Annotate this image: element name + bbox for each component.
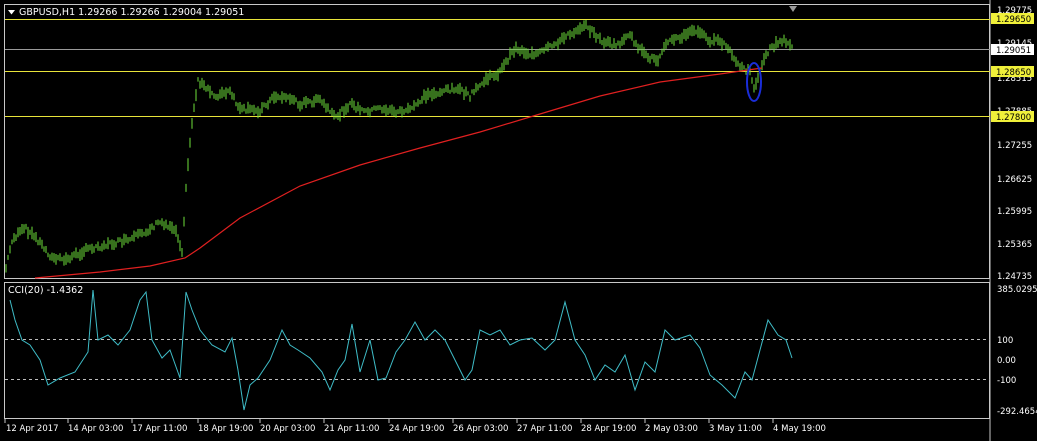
cci-axis: 385.0295 100 0.00 -100 -292.4654	[997, 285, 1037, 417]
time-tick-label: 21 Apr 11:00	[324, 424, 379, 434]
time-tick-label: 24 Apr 19:00	[389, 424, 444, 434]
cci-tick-label: -100	[997, 376, 1016, 386]
symbol-info: GBPUSD,H1 1.29266 1.29266 1.29004 1.2905…	[19, 7, 244, 18]
cci-panel-frame	[4, 282, 990, 419]
time-tick-label: 3 May 11:00	[709, 424, 762, 434]
price-tick-label: 1.27255	[997, 141, 1032, 151]
price-box-top-label: 1.29650	[996, 15, 1031, 25]
trading-chart[interactable]: GBPUSD,H1 1.29266 1.29266 1.29004 1.2905…	[0, 0, 1037, 441]
time-tick-label: 28 Apr 19:00	[581, 424, 636, 434]
time-tick-label: 26 Apr 03:00	[453, 424, 508, 434]
time-tick-label: 2 May 03:00	[645, 424, 698, 434]
price-tick-label: 1.25365	[997, 240, 1032, 250]
time-tick-label: 27 Apr 11:00	[517, 424, 572, 434]
time-tick-label: 17 Apr 11:00	[132, 424, 187, 434]
main-chart-frame	[4, 4, 990, 279]
time-tick-label: 14 Apr 03:00	[68, 424, 123, 434]
cci-tick-label: -292.4654	[997, 407, 1037, 417]
price-bars	[5, 20, 793, 273]
cci-tick-label: 100	[997, 336, 1013, 346]
time-tick-label: 12 Apr 2017	[6, 424, 59, 434]
symbol-dropdown-icon[interactable]	[8, 10, 15, 15]
price-tick-label: 1.25995	[997, 207, 1032, 217]
time-tick-label: 18 Apr 19:00	[198, 424, 253, 434]
price-box-mid-label: 1.28650	[996, 68, 1031, 78]
time-axis-ticks	[4, 419, 774, 423]
cci-tick-label: 0.00	[997, 356, 1016, 366]
time-tick-label: 4 May 19:00	[773, 424, 826, 434]
cci-label: CCI(20) -1.4362	[8, 285, 83, 296]
price-box-low-label: 1.27800	[996, 113, 1031, 123]
cci-line	[9, 289, 793, 411]
price-box-current-label: 1.29051	[996, 46, 1031, 56]
price-tick-label: 1.26625	[997, 175, 1032, 185]
moving-average-line	[34, 67, 763, 279]
time-axis: 12 Apr 2017 14 Apr 03:00 17 Apr 11:00 18…	[6, 424, 826, 434]
time-tick-label: 20 Apr 03:00	[260, 424, 315, 434]
cci-tick-label: 385.0295	[997, 285, 1037, 295]
price-tick-label: 1.24735	[997, 272, 1032, 282]
chart-shift-marker-icon[interactable]	[789, 6, 797, 12]
